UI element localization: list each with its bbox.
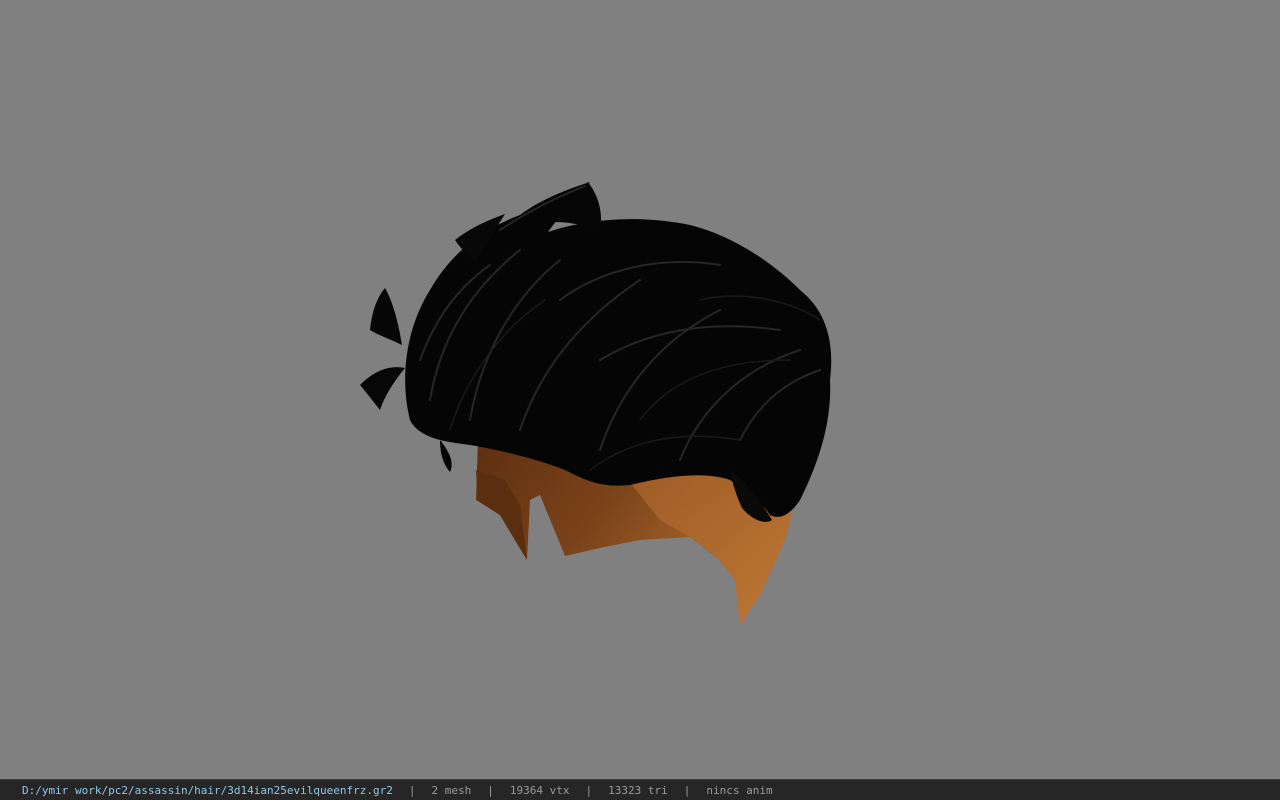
vertex-count-label: 19364 vtx [509,783,570,797]
status-separator: | [487,783,494,797]
file-path-label: D:/ymir work/pc2/assassin/hair/3d14ian25… [22,783,393,797]
mesh-count-label: 2 mesh [431,783,472,797]
hair-mesh [360,182,832,522]
hair-model-render [360,182,832,625]
status-separator: | [408,783,416,797]
3d-viewport[interactable] [0,0,1280,779]
status-separator: | [585,783,593,797]
status-separator: | [683,783,691,797]
animation-status-label: nincs anim [706,783,773,797]
status-bar: D:/ymir work/pc2/assassin/hair/3d14ian25… [0,779,1280,800]
triangle-count-label: 13323 tri [608,783,668,797]
